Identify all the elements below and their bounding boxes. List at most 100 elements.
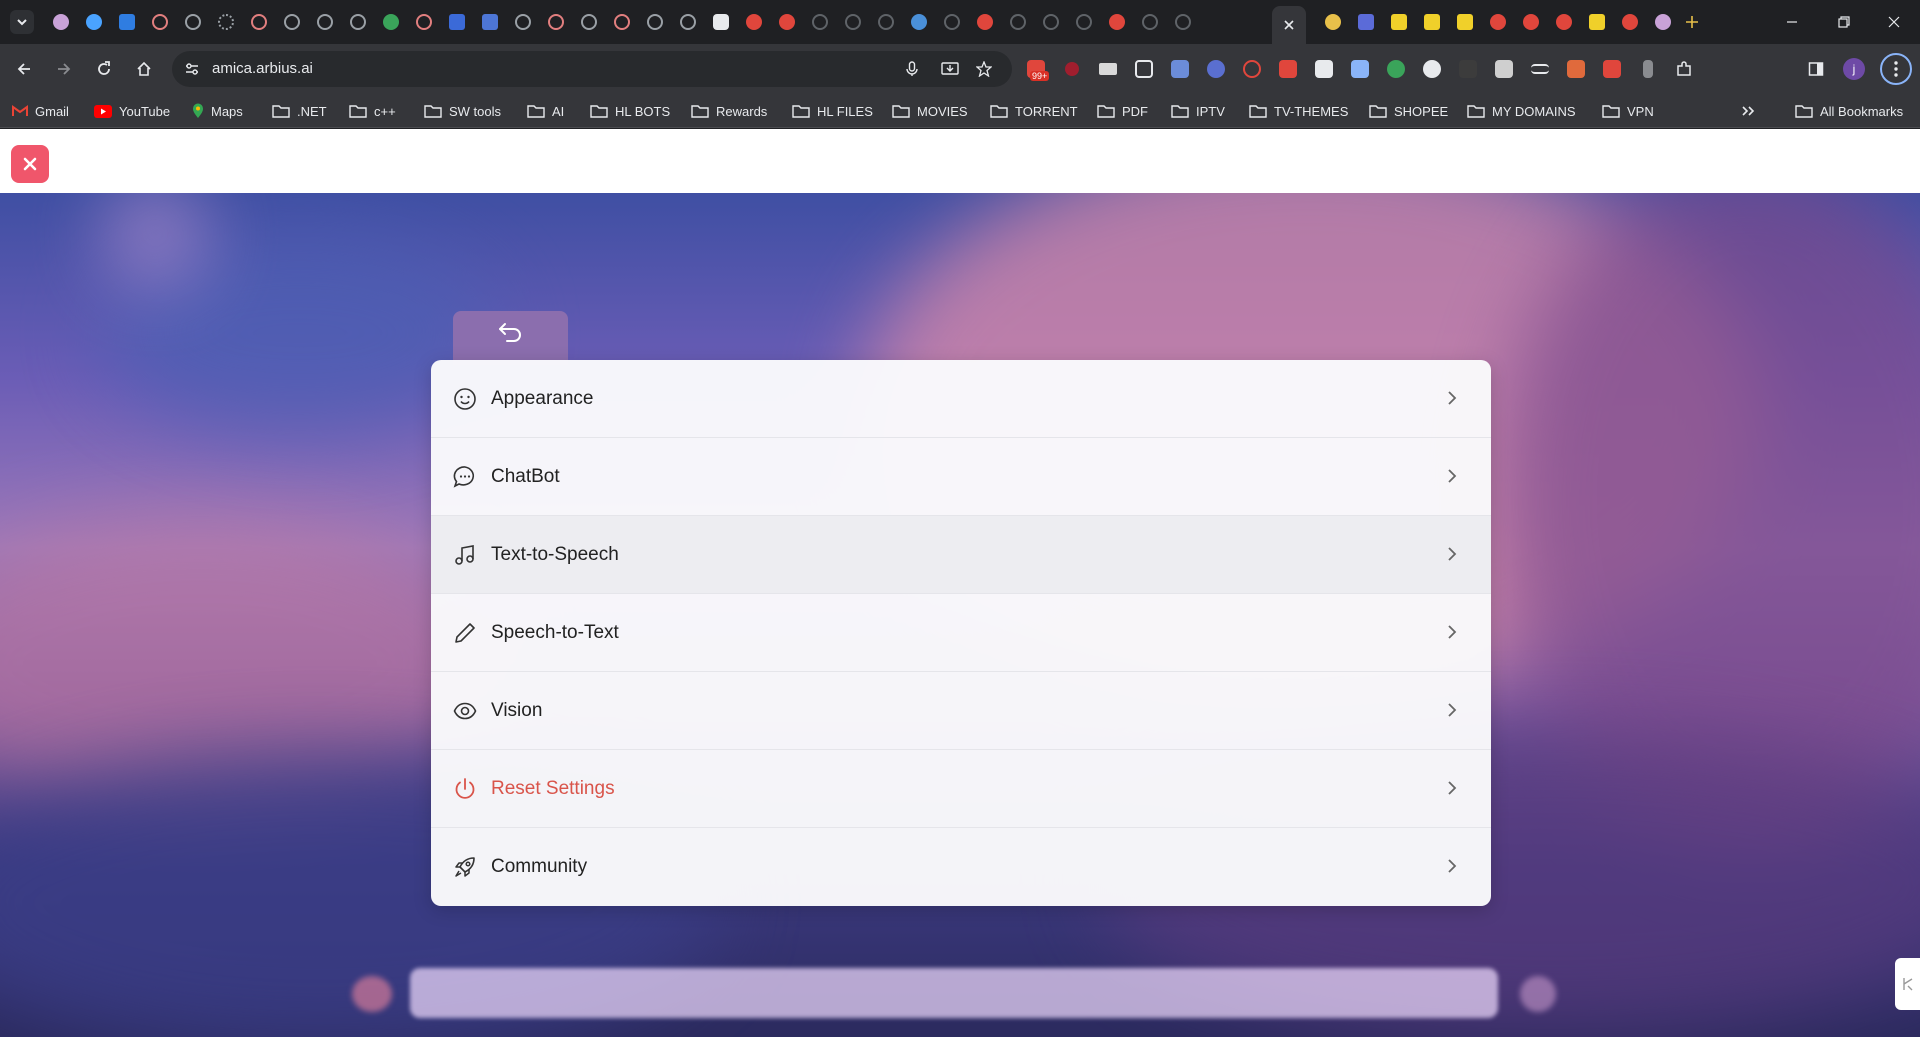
side-panel-button[interactable] [1800,53,1832,85]
tab[interactable] [1382,8,1415,36]
tab[interactable] [1100,8,1133,36]
tab[interactable] [1316,8,1349,36]
bookmark-folder[interactable]: SW tools [424,100,501,122]
extensions-menu-button[interactable] [1668,53,1700,85]
settings-item-vision[interactable]: Vision [431,672,1491,750]
tab[interactable] [1646,8,1679,36]
tab[interactable] [1166,8,1199,36]
all-bookmarks-button[interactable]: All Bookmarks [1795,100,1903,122]
tab[interactable] [341,8,374,36]
extension-button[interactable] [1596,53,1628,85]
extension-button[interactable] [1308,53,1340,85]
extension-button[interactable] [1128,53,1160,85]
bookmark-maps[interactable]: Maps [192,100,243,122]
extension-button[interactable] [1452,53,1484,85]
bookmark-folder[interactable]: AI [527,100,564,122]
bookmark-folder[interactable]: Rewards [691,100,767,122]
tab[interactable] [242,8,275,36]
bookmark-star-button[interactable] [972,57,996,81]
tab[interactable] [1448,8,1481,36]
tab[interactable] [902,8,935,36]
tab[interactable] [77,8,110,36]
extension-button[interactable] [1380,53,1412,85]
extension-button[interactable] [1272,53,1304,85]
extension-button[interactable] [1344,53,1376,85]
address-bar[interactable]: amica.arbius.ai [172,51,1012,87]
settings-item-appearance[interactable]: Appearance [431,360,1491,438]
site-info-button[interactable] [180,57,204,81]
tab[interactable] [1349,8,1382,36]
tab[interactable] [44,8,77,36]
bookmark-folder[interactable]: MY DOMAINS [1467,100,1576,122]
tab[interactable] [506,8,539,36]
tab[interactable] [473,8,506,36]
window-close-button[interactable] [1866,0,1920,44]
tab[interactable] [1613,8,1646,36]
bookmark-folder[interactable]: MOVIES [892,100,968,122]
url-text[interactable]: amica.arbius.ai [212,60,313,77]
tab[interactable] [407,8,440,36]
bookmarks-overflow-button[interactable] [1741,100,1755,122]
bookmark-folder[interactable]: SHOPEE [1369,100,1448,122]
bookmark-folder[interactable]: VPN [1602,100,1654,122]
settings-item-reset-settings[interactable]: Reset Settings [431,750,1491,828]
extension-button[interactable] [1632,53,1664,85]
tab[interactable] [110,8,143,36]
tab[interactable] [539,8,572,36]
forward-button[interactable] [48,53,80,85]
settings-item-community[interactable]: Community [431,828,1491,906]
tab[interactable] [275,8,308,36]
bookmark-folder[interactable]: TORRENT [990,100,1078,122]
tab[interactable] [770,8,803,36]
tab[interactable] [704,8,737,36]
install-app-button[interactable] [938,57,962,81]
bookmark-folder[interactable]: c++ [349,100,396,122]
back-button[interactable] [8,53,40,85]
voice-search-button[interactable] [900,57,924,81]
minimize-button[interactable] [1764,0,1820,44]
extension-button[interactable] [1164,53,1196,85]
restore-button[interactable] [1816,0,1872,44]
tab[interactable] [440,8,473,36]
extension-button[interactable] [1200,53,1232,85]
new-tab-button[interactable] [1680,10,1704,34]
tab[interactable] [1001,8,1034,36]
tab[interactable] [176,8,209,36]
bookmark-folder[interactable]: IPTV [1171,100,1225,122]
tab[interactable] [803,8,836,36]
side-panel-handle[interactable] [1895,958,1920,1010]
extension-button[interactable] [1236,53,1268,85]
tab[interactable] [1514,8,1547,36]
close-tab-icon[interactable] [1283,19,1295,31]
extension-button[interactable]: 99+ [1020,53,1052,85]
bookmark-folder[interactable]: HL BOTS [590,100,670,122]
tab[interactable] [308,8,341,36]
extension-button[interactable] [1416,53,1448,85]
tab[interactable] [1415,8,1448,36]
tab-search-button[interactable] [10,10,34,34]
extension-button[interactable] [1560,53,1592,85]
extension-button[interactable] [1488,53,1520,85]
active-tab[interactable] [1272,6,1306,44]
tab[interactable] [1067,8,1100,36]
bookmark-folder[interactable]: .NET [272,100,327,122]
tab[interactable] [671,8,704,36]
extension-button[interactable] [1524,53,1556,85]
reload-button[interactable] [88,53,120,85]
tab[interactable] [605,8,638,36]
tab[interactable] [1133,8,1166,36]
bookmark-gmail[interactable]: Gmail [12,100,69,122]
profile-avatar[interactable]: j [1843,58,1865,80]
tab[interactable] [1547,8,1580,36]
bookmark-folder[interactable]: TV-THEMES [1249,100,1348,122]
bookmark-youtube[interactable]: YouTube [94,100,170,122]
tab[interactable] [209,8,242,36]
tab[interactable] [143,8,176,36]
extension-button[interactable] [1092,53,1124,85]
tab[interactable] [1481,8,1514,36]
close-settings-button[interactable] [11,145,49,183]
tab[interactable] [935,8,968,36]
bookmark-folder[interactable]: HL FILES [792,100,873,122]
ublock-extension[interactable] [1056,53,1088,85]
tab[interactable] [572,8,605,36]
